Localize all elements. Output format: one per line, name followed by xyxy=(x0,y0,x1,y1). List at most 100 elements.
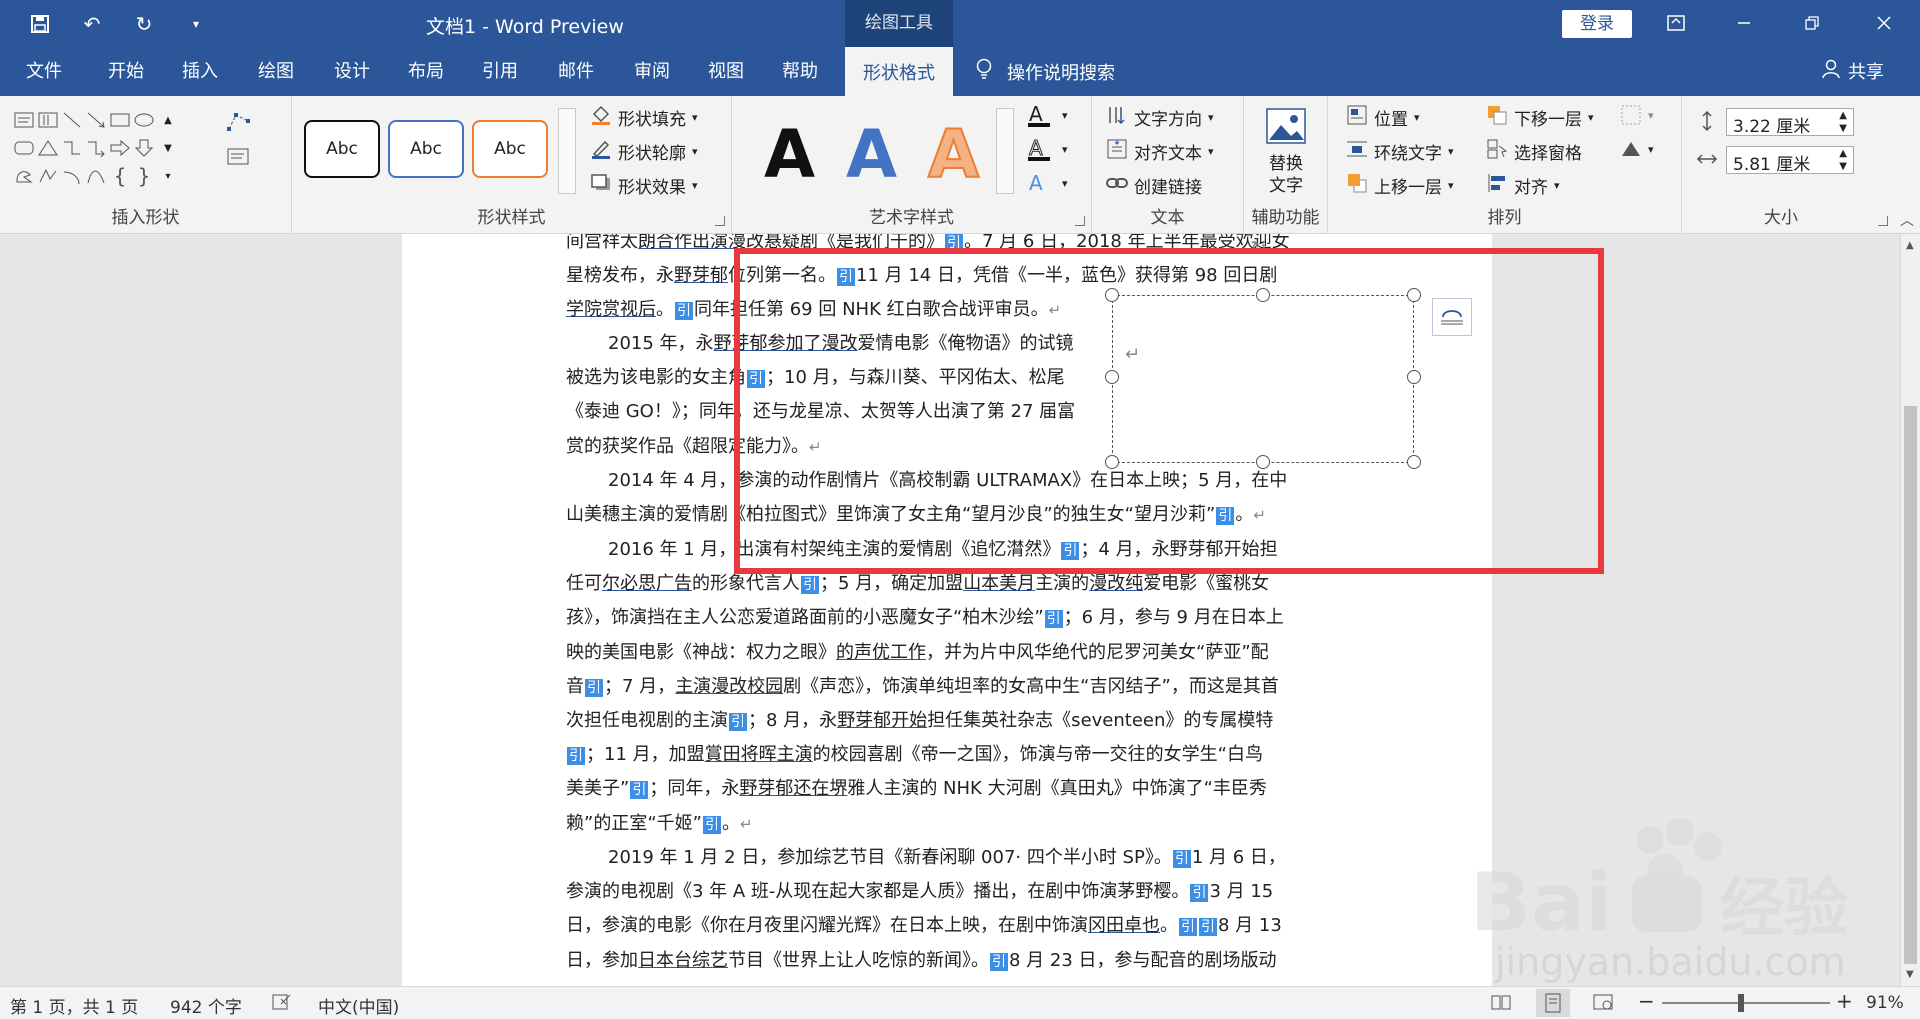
selection-pane-button[interactable]: 选择窗格 xyxy=(1486,138,1582,165)
tab-layout[interactable]: 布局 xyxy=(408,57,444,83)
print-layout-icon[interactable] xyxy=(1536,989,1570,1017)
textbox-shape-icon[interactable] xyxy=(12,106,36,134)
create-link-button[interactable]: 创建链接 xyxy=(1106,172,1202,199)
align-button[interactable]: 对齐 ▾ xyxy=(1486,172,1560,199)
shape-height-input[interactable]: 3.22 厘米 ▲ ▼ xyxy=(1726,108,1854,137)
customize-qat-icon[interactable]: ▾ xyxy=(182,10,210,38)
tell-me-search[interactable]: 操作说明搜索 xyxy=(975,58,1115,85)
shape-outline-button[interactable]: 形状轮廓 ▾ xyxy=(590,138,698,165)
oval-shape-icon[interactable] xyxy=(132,106,156,134)
shape-fill-button[interactable]: 形状填充 ▾ xyxy=(590,104,698,131)
word-count[interactable]: 942 个字 xyxy=(170,993,242,1018)
left-brace-icon[interactable]: { xyxy=(108,162,132,190)
width-spinner-icon[interactable]: ▲ ▼ xyxy=(1839,147,1847,173)
shape-style-thumb-3[interactable]: Abc xyxy=(472,120,548,178)
citation-marker[interactable]: 引 xyxy=(990,952,1008,971)
wrap-text-button[interactable]: 环绕文字 ▾ xyxy=(1346,138,1454,165)
citation-marker[interactable]: 引 xyxy=(801,576,819,595)
vertical-textbox-icon[interactable] xyxy=(36,106,60,134)
undo-icon[interactable]: ↶ xyxy=(78,10,106,38)
arc-shape-icon[interactable] xyxy=(60,162,84,190)
tab-help[interactable]: 帮助 xyxy=(782,57,818,83)
line-shape-icon[interactable] xyxy=(60,106,84,134)
elbow-arrow-icon[interactable] xyxy=(84,134,108,162)
shape-style-thumb-2[interactable]: Abc xyxy=(388,120,464,178)
scroll-down-icon[interactable]: ▼ xyxy=(1906,969,1914,980)
tab-file[interactable]: 文件 xyxy=(26,57,62,83)
citation-marker[interactable]: 引 xyxy=(675,302,693,321)
tab-home[interactable]: 开始 xyxy=(108,57,144,83)
height-spinner-icon[interactable]: ▲ ▼ xyxy=(1839,109,1847,135)
bring-forward-button[interactable]: 上移一层 ▾ xyxy=(1346,172,1454,199)
draw-textbox-icon[interactable] xyxy=(226,142,250,170)
alt-text-button[interactable]: 替换 文字 xyxy=(1260,106,1312,196)
wordart-style-black[interactable]: A xyxy=(764,116,815,193)
size-launcher-icon[interactable] xyxy=(1878,216,1888,226)
text-effects-icon[interactable]: A ▾ xyxy=(1026,170,1068,196)
login-button[interactable]: 登录 xyxy=(1562,10,1632,38)
collapse-ribbon-icon[interactable]: ︿ xyxy=(1900,210,1914,230)
language-indicator[interactable]: 中文(中国) xyxy=(318,993,399,1018)
text-direction-button[interactable]: 文字方向 ▾ xyxy=(1106,104,1214,131)
tab-draw[interactable]: 绘图 xyxy=(258,57,294,83)
gallery-down-icon[interactable]: ▼ xyxy=(156,134,180,162)
shape-effects-button[interactable]: 形状效果 ▾ xyxy=(590,172,698,199)
shape-styles-scroll[interactable] xyxy=(558,108,576,194)
tab-insert[interactable]: 插入 xyxy=(182,57,218,83)
close-icon[interactable] xyxy=(1862,8,1906,38)
curve-shape-icon[interactable] xyxy=(84,162,108,190)
right-arrow-shape-icon[interactable] xyxy=(108,134,132,162)
zoom-out-icon[interactable]: − xyxy=(1638,989,1655,1013)
scroll-thumb[interactable] xyxy=(1904,406,1917,964)
citation-marker[interactable]: 引 xyxy=(585,678,603,697)
text-outline-icon[interactable]: A ▾ xyxy=(1026,136,1068,162)
zoom-level[interactable]: 91% xyxy=(1866,993,1904,1013)
read-mode-icon[interactable] xyxy=(1490,993,1512,1016)
zoom-slider-thumb[interactable] xyxy=(1738,994,1744,1012)
citation-marker[interactable]: 引 xyxy=(702,815,721,834)
citation-marker[interactable]: 引 xyxy=(1199,918,1217,937)
wordart-style-orange[interactable]: A xyxy=(927,115,980,194)
redo-icon[interactable]: ↻ xyxy=(130,10,158,38)
page-count[interactable]: 第 1 页，共 1 页 xyxy=(10,993,138,1018)
citation-marker[interactable]: 引 xyxy=(1172,850,1191,868)
citation-marker[interactable]: 引 xyxy=(630,781,649,800)
citation-marker[interactable]: 引 xyxy=(567,747,585,766)
rotate-icon[interactable]: ▾ xyxy=(1620,138,1654,160)
edit-shape-icon[interactable] xyxy=(226,108,250,136)
wordart-launcher-icon[interactable] xyxy=(1075,216,1085,226)
vertical-scrollbar[interactable]: ▲ ▼ xyxy=(1900,234,1920,986)
wordart-styles-scroll[interactable] xyxy=(996,108,1014,194)
freeform-shape-icon[interactable] xyxy=(12,162,36,190)
scroll-up-icon[interactable]: ▲ xyxy=(1906,240,1914,251)
arrow-line-icon[interactable] xyxy=(84,106,108,134)
share-button[interactable]: 共享 xyxy=(1822,58,1884,84)
tab-shape-format[interactable]: 形状格式 xyxy=(845,47,953,96)
save-icon[interactable] xyxy=(26,10,54,38)
zoom-slider[interactable] xyxy=(1662,1002,1830,1004)
wordart-style-blue[interactable]: A xyxy=(846,116,897,193)
shape-styles-launcher-icon[interactable] xyxy=(715,216,725,226)
tab-references[interactable]: 引用 xyxy=(482,57,518,83)
tab-design[interactable]: 设计 xyxy=(334,57,370,83)
proofing-icon[interactable] xyxy=(272,993,292,1016)
citation-marker[interactable]: 引 xyxy=(1044,610,1063,629)
tab-view[interactable]: 视图 xyxy=(708,57,744,83)
minimize-icon[interactable] xyxy=(1722,8,1766,38)
shape-style-thumb-1[interactable]: Abc xyxy=(304,120,380,178)
down-arrow-shape-icon[interactable] xyxy=(132,134,156,162)
triangle-shape-icon[interactable] xyxy=(36,134,60,162)
align-text-button[interactable]: 对齐文本 ▾ xyxy=(1106,138,1214,165)
citation-marker[interactable]: 引 xyxy=(729,712,747,731)
gallery-more-icon[interactable]: ▾ xyxy=(156,162,180,190)
shape-width-input[interactable]: 5.81 厘米 ▲ ▼ xyxy=(1726,146,1854,175)
zoom-in-icon[interactable]: + xyxy=(1836,989,1853,1013)
elbow-connector-icon[interactable] xyxy=(60,134,84,162)
tab-mailings[interactable]: 邮件 xyxy=(558,57,594,83)
scribble-icon[interactable] xyxy=(36,162,60,190)
restore-icon[interactable] xyxy=(1790,8,1834,38)
ribbon-display-options-icon[interactable] xyxy=(1654,8,1698,38)
group-objects-icon[interactable]: ▾ xyxy=(1620,104,1654,126)
citation-marker[interactable]: 引 xyxy=(1190,884,1209,903)
send-backward-button[interactable]: 下移一层 ▾ xyxy=(1486,104,1594,131)
